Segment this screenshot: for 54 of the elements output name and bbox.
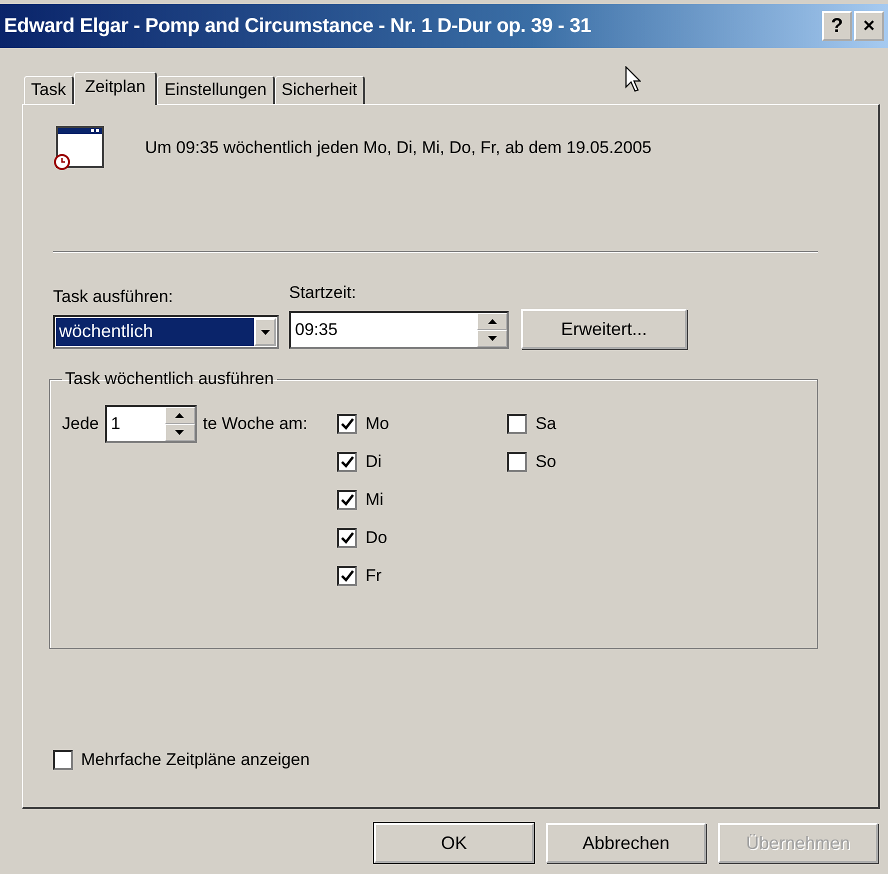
checkbox[interactable] [337, 452, 358, 472]
check-icon [340, 532, 354, 544]
down-arrow-icon [260, 330, 270, 334]
field-label: Task ausführen: [53, 287, 174, 307]
checkbox-label: Di [365, 452, 382, 472]
checkbox-label: Mo [365, 414, 390, 434]
checkbox[interactable] [337, 566, 358, 586]
dialog-button[interactable]: OK [374, 823, 534, 863]
scheduled-window-icon [53, 125, 105, 171]
up-arrow-icon [488, 319, 496, 324]
tab[interactable]: Zeitplan [74, 72, 158, 105]
check-icon [340, 570, 354, 582]
checkbox-label: Fr [365, 566, 382, 586]
schedule-summary: Um 09:35 wöchentlich jeden Mo, Di, Mi, Do, Fr, ab dem 19.05.2005 [145, 138, 652, 158]
check-icon [340, 418, 354, 430]
time-input[interactable]: 09:35 [291, 313, 477, 347]
field-label: Startzeit: [289, 283, 358, 303]
down-arrow-icon [175, 430, 184, 435]
checkbox-label: Mi [365, 490, 384, 510]
dropdown-button[interactable] [254, 318, 276, 346]
check-icon [340, 456, 354, 468]
checkbox-label: Mehrfache Zeitpläne anzeigen [81, 750, 310, 770]
checkbox[interactable] [507, 414, 528, 434]
checkbox[interactable] [337, 528, 358, 548]
down-arrow-icon [488, 336, 496, 341]
field-label: Jede [62, 414, 99, 434]
checkbox-label: Do [365, 528, 388, 548]
field-label: te Woche am: [202, 414, 308, 434]
checkbox[interactable] [337, 490, 358, 510]
advanced-button[interactable]: Erweitert... [521, 309, 687, 349]
window-title: Edward Elgar - Pomp and Circumstance - Nr. 1 D-Dur op. 39 - 31 [4, 14, 592, 38]
checkbox-label: Sa [535, 414, 556, 434]
checkbox[interactable] [337, 414, 358, 434]
dialog-button[interactable]: Abbrechen [546, 823, 706, 863]
checkbox[interactable] [53, 750, 73, 770]
spin-down-button[interactable] [477, 330, 507, 347]
week-interval-input[interactable]: 1 [106, 407, 165, 441]
checkbox[interactable] [507, 452, 528, 472]
spin-down-button[interactable] [164, 424, 195, 441]
spin-up-button[interactable] [164, 407, 195, 424]
week-interval-spin-box[interactable]: 1 [104, 405, 197, 443]
tab[interactable]: Sicherheit [274, 76, 366, 104]
schedule-dropdown[interactable]: wöchentlich [53, 315, 279, 349]
check-icon [340, 494, 354, 506]
close-button[interactable]: × [854, 11, 884, 41]
tab[interactable]: Einstellungen [157, 76, 275, 104]
group-title: Task wöchentlich ausführen [64, 369, 275, 389]
up-arrow-icon [175, 413, 184, 418]
tab[interactable]: Task [24, 76, 74, 104]
spin-up-button[interactable] [477, 313, 507, 330]
checkbox-label: So [535, 452, 556, 472]
time-spin-box[interactable]: 09:35 [289, 311, 509, 349]
help-button[interactable]: ? [822, 11, 852, 41]
cursor-icon [625, 66, 641, 92]
